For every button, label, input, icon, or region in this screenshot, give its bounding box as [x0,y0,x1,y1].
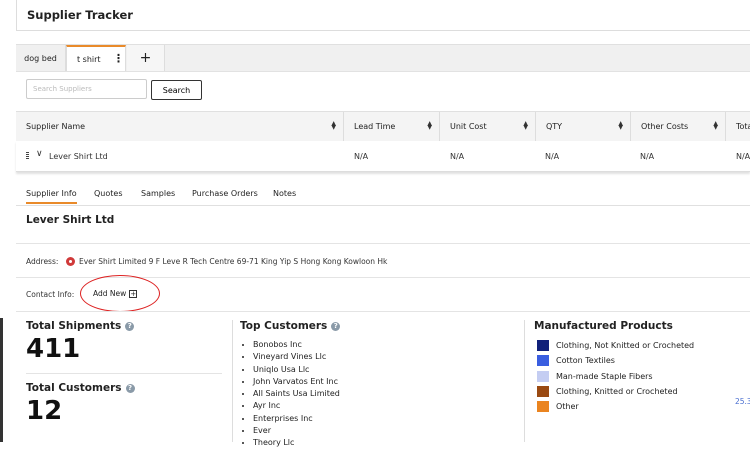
total-customers-title: Total Customers ? [26,382,135,394]
tab-notes[interactable]: Notes [273,189,296,198]
cell-lead-time: N/A [354,151,369,161]
list-item: All Saints Usa Limited [253,388,340,400]
tab-purchase-orders[interactable]: Purchase Orders [192,189,258,198]
column-header-unit-cost[interactable]: Unit Cost ▲ ▼ [440,112,536,141]
search-button[interactable]: Search [151,80,202,100]
supplier-heading: Lever Shirt Ltd [26,214,115,226]
chevron-down-icon[interactable]: ∨ [36,149,43,159]
list-item: Bonobos Inc [253,339,340,351]
address-label: Address: [26,257,59,266]
left-edge-bar [0,318,3,442]
legend-swatch [537,401,549,413]
table-header: Supplier Name ▲ ▼ Lead Time ▲ ▼ Unit Cost … [16,111,750,142]
top-customers-list: Bonobos Inc Vineyard Vines Llc Uniqlo Us… [240,339,340,450]
column-header-lead-time[interactable]: Lead Time ▲ ▼ [344,112,440,141]
list-item: Uniqlo Usa Llc [253,364,340,376]
divider [16,243,750,244]
help-icon[interactable]: ? [331,321,341,331]
tab-t-shirt[interactable]: t shirt ⋮ [66,45,126,71]
total-shipments-value: 411 [26,334,81,364]
legend-swatch [537,355,549,367]
list-item: Ayr Inc [253,400,340,412]
table-row[interactable]: ∨ Lever Shirt Ltd N/A N/A N/A N/A N/A [16,141,750,172]
list-item: Enterprises Inc [253,413,340,425]
tab-dog-bed[interactable]: dog bed [16,45,66,71]
tab-quotes[interactable]: Quotes [94,189,123,198]
divider [16,311,750,312]
help-icon[interactable]: ? [125,321,135,331]
project-tab-bar: dog bed t shirt ⋮ + [16,44,750,72]
divider [26,373,222,374]
legend-item: Cotton Textiles [537,353,694,368]
location-pin-icon [66,257,75,266]
legend-item: Clothing, Not Knitted or Crocheted [537,338,694,353]
cell-unit-cost: N/A [450,151,465,161]
legend-swatch [537,370,549,382]
column-header-qty[interactable]: QTY ▲ ▼ [536,112,631,141]
products-legend: Clothing, Not Knitted or Crocheted Cotto… [537,338,694,414]
list-item: Theory Llc [253,437,340,449]
tab-label: dog bed [24,53,57,63]
sort-icon[interactable]: ▲ ▼ [713,121,718,131]
list-item: Vineyard Vines Llc [253,351,340,363]
chart-value-peek: 25.3 [735,397,750,406]
column-header-other-costs[interactable]: Other Costs ▲ ▼ [631,112,726,141]
cell-other-costs: N/A [640,151,655,161]
column-divider [232,320,233,442]
add-tab-button[interactable]: + [127,45,165,71]
list-item: John Varvatos Ent Inc [253,376,340,388]
tab-label: t shirt [77,54,101,64]
sort-icon[interactable]: ▲ ▼ [523,121,528,131]
tab-supplier-info[interactable]: Supplier Info [26,189,77,204]
total-customers-value: 12 [26,396,63,426]
legend-item: Clothing, Knitted or Crocheted [537,384,694,399]
cell-supplier-name: Lever Shirt Ltd [49,151,108,161]
sort-icon[interactable]: ▲ ▼ [331,121,336,131]
list-item: Ever [253,425,340,437]
column-divider [524,320,525,442]
app-title: Supplier Tracker [27,8,133,22]
legend-item: Man-made Staple Fibers [537,369,694,384]
contact-info-label: Contact Info: [26,290,75,299]
detail-tab-bar: Supplier Info Quotes Samples Purchase Or… [16,185,750,206]
legend-swatch [537,340,549,352]
kebab-menu-icon[interactable]: ⋮ [113,53,124,64]
column-header-supplier-name[interactable]: Supplier Name ▲ ▼ [16,112,344,141]
cell-total: N/A [736,151,750,161]
annotation-circle [80,275,160,312]
search-input[interactable] [26,79,147,99]
total-shipments-title: Total Shipments ? [26,320,135,332]
manufactured-products-title: Manufactured Products [534,320,673,332]
drag-handle-icon[interactable] [26,152,29,160]
app-header: Supplier Tracker [16,0,750,31]
help-icon[interactable]: ? [125,383,135,393]
sort-icon[interactable]: ▲ ▼ [427,121,432,131]
column-header-total[interactable]: Tota [726,112,750,141]
tab-samples[interactable]: Samples [141,189,175,198]
top-customers-title: Top Customers ? [240,320,341,332]
legend-swatch [537,386,549,398]
plus-icon: + [139,50,152,66]
address-value: Ever Shirt Limited 9 F Leve R Tech Centr… [79,257,388,266]
legend-item: Other [537,399,694,414]
cell-qty: N/A [545,151,560,161]
sort-icon[interactable]: ▲ ▼ [618,121,623,131]
